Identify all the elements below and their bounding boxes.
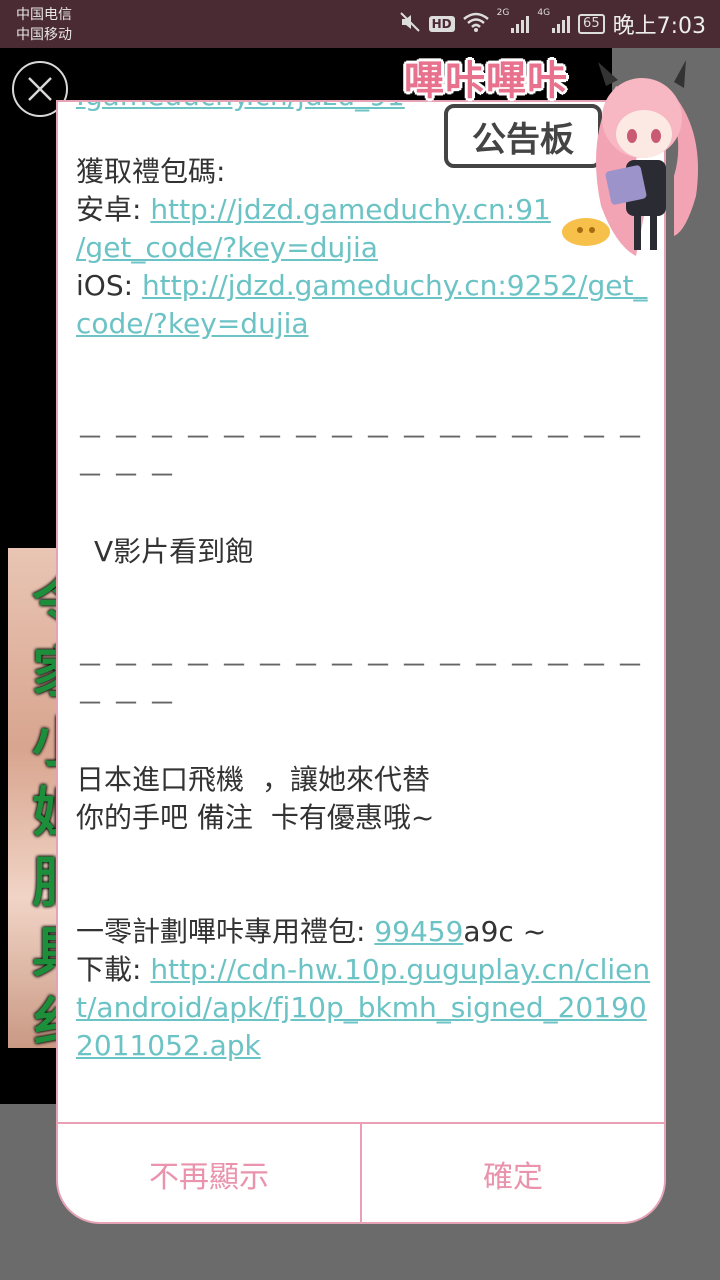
divider-1: －－－－－－－－－－－－－－－－－－－ [76, 421, 653, 492]
gift-code-link[interactable]: 99459 [374, 915, 463, 948]
network-type-1: 2G [496, 8, 510, 18]
android-link-cont[interactable]: /get_code/?key=dujia [76, 231, 378, 264]
status-icons: HD 2G 4G 65 晚上7:03 [399, 8, 706, 40]
ios-link[interactable]: http://jdzd.gameduchy.cn:9252/get_code/?… [76, 269, 647, 340]
mascot-illustration [562, 60, 698, 256]
android-label: 安卓: [76, 193, 151, 226]
gift-label: 一零計劃嗶咔專用禮包: [76, 915, 375, 948]
dont-show-again-button[interactable]: 不再顯示 [58, 1124, 362, 1222]
promo-text: 日本進口飛機 [76, 763, 245, 796]
announcement-dialog: .gameduchy.cn/jdzd_91 獲取禮包碼: 安卓: http://… [56, 100, 666, 1224]
download-label: 下載: [76, 953, 151, 986]
close-icon [28, 77, 52, 101]
clock: 晚上7:03 [612, 14, 706, 39]
gift-code-rest: a9c ~ [463, 915, 547, 948]
promo-text: 你的手吧 備注 [76, 801, 253, 834]
promo-text: 卡有優惠哦~ [270, 801, 435, 834]
bulletin-badge: 嗶咔嗶咔 公告板 [396, 48, 720, 258]
carrier-info: 中国电信 中国移动 [16, 5, 72, 45]
confirm-button[interactable]: 確定 [362, 1124, 664, 1222]
dialog-buttons: 不再顯示 確定 [58, 1122, 664, 1222]
ios-label: iOS: [76, 269, 142, 302]
promo-text: ，讓她來代替 [262, 763, 431, 796]
badge-title: 嗶咔嗶咔 [404, 58, 568, 104]
video-text: V影片看到飽 [94, 535, 254, 568]
cut-off-link[interactable]: .gameduchy.cn/jdzd_91 [76, 102, 405, 112]
divider-2: －－－－－－－－－－－－－－－－－－－ [76, 649, 653, 720]
carrier-2: 中国移动 [16, 27, 72, 43]
network-type-2: 4G [537, 8, 551, 18]
status-bar: 中国电信 中国移动 HD 2G 4G 65 晚上7:03 [0, 0, 720, 48]
battery-icon: 65 [578, 14, 605, 34]
signal-icon-2 [552, 15, 571, 33]
carrier-1: 中国电信 [16, 7, 72, 23]
download-link[interactable]: http://cdn-hw.10p.guguplay.cn/client/and… [76, 953, 650, 1062]
hd-icon: HD [428, 16, 455, 32]
signal-icon-1 [511, 15, 530, 33]
mute-icon [399, 11, 421, 38]
wifi-icon [462, 12, 489, 37]
